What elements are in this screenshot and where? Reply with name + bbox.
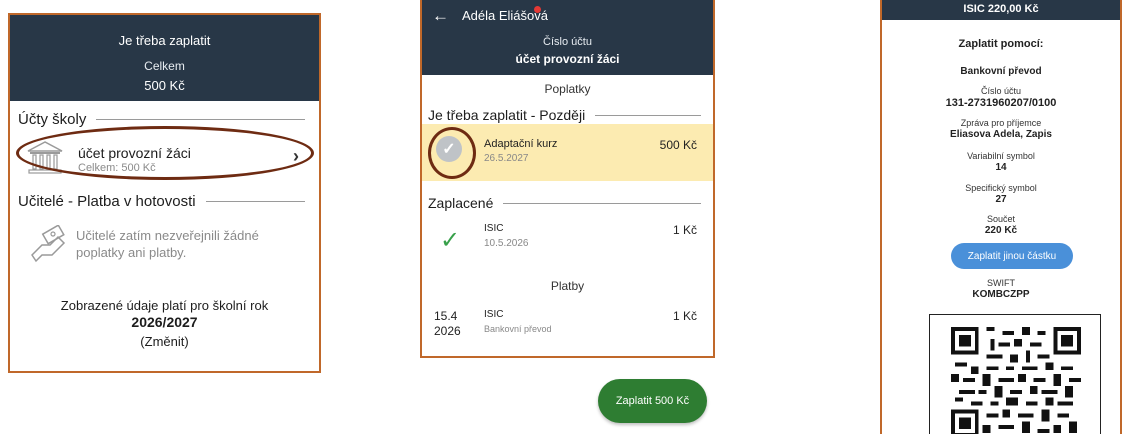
fee-date: 26.5.2027	[484, 153, 529, 164]
sum-value: 220 Kč	[984, 225, 1018, 236]
fee-name: Adaptační kurz	[484, 138, 558, 150]
checkmark-icon: ✓	[440, 227, 461, 254]
section-divider	[96, 118, 305, 120]
sum-label: Součet	[986, 214, 1016, 224]
student-fees-screen: ← Adéla Eliášová Číslo účtu účet provozn…	[420, 0, 715, 358]
section-label: Účty školy	[18, 110, 87, 128]
fee-name: ISIC	[484, 223, 504, 234]
specific-symbol-value: 27	[995, 194, 1007, 205]
highlight-ellipse	[16, 126, 314, 180]
payment-row[interactable]: 15.4 2026 ISIC Bankovní převod 1 Kč	[422, 306, 713, 346]
teachers-empty-text: Učitelé zatím nezveřejnili žádné poplatk…	[76, 228, 259, 260]
section-divider	[205, 200, 305, 202]
summary-header: Je třeba zaplatit Celkem 500 Kč	[10, 15, 319, 101]
payments-title: Platby	[550, 279, 585, 293]
swift-label: SWIFT	[987, 278, 1015, 288]
specific-symbol-label: Specifický symbol	[965, 183, 1037, 193]
pay-other-amount-button[interactable]: Zaplatit jinou částku	[951, 243, 1073, 269]
payment-amount: 1 Kč	[672, 309, 697, 323]
fees-title: Poplatky	[544, 82, 591, 96]
notification-dot	[534, 6, 541, 13]
payment-method: Bankovní převod	[484, 324, 552, 334]
school-year-footer: Zobrazené údaje platí pro školní rok 202…	[10, 298, 319, 350]
payment-header: ISIC 220,00 Kč	[882, 0, 1120, 20]
section-label: Je třeba zaplatit - Později	[428, 107, 586, 123]
school-year-value: 2026/2027	[131, 314, 198, 330]
qr-code-icon	[951, 327, 1081, 434]
school-accounts-screen: Je třeba zaplatit Celkem 500 Kč Účty ško…	[8, 13, 321, 373]
message-label: Zpráva pro příjemce	[960, 118, 1042, 128]
change-year-link[interactable]: (Změnit)	[10, 334, 319, 350]
teachers-empty-info: Učitelé zatím nezveřejnili žádné poplatk…	[24, 223, 314, 273]
account-number-value: 131-2731960207/0100	[945, 97, 1057, 109]
account-name: účet provozní žáci	[515, 52, 620, 66]
section-paid: Zaplacené	[428, 193, 709, 213]
payment-day: 15.4	[434, 309, 458, 323]
account-number-label: Číslo účtu	[543, 36, 592, 48]
account-number-label: Číslo účtu	[980, 86, 1022, 96]
payment-year: 2026	[434, 324, 461, 338]
qr-code	[929, 314, 1101, 434]
section-teachers-cash: Učitelé - Platba v hotovosti	[18, 189, 313, 213]
fee-amount: 500 Kč	[659, 138, 697, 152]
swift-value: KOMBCZPP	[972, 289, 1030, 300]
variable-symbol-label: Variabilní symbol	[967, 151, 1035, 161]
payment-details-screen: ISIC 220,00 Kč Zaplatit pomocí: Bankovní…	[880, 0, 1122, 434]
school-year-label: Zobrazené údaje platí pro školní rok	[60, 298, 269, 313]
paid-fee-row[interactable]: ✓ ISIC 10.5.2026 1 Kč	[422, 220, 713, 260]
section-label: Učitelé - Platba v hotovosti	[18, 192, 196, 210]
back-arrow-icon[interactable]: ←	[432, 6, 449, 26]
payment-method: Bankovní převod	[960, 66, 1042, 77]
highlight-circle	[428, 127, 476, 179]
fee-amount: 1 Kč	[672, 223, 697, 237]
total-value: 500 Kč	[144, 78, 185, 93]
pay-button[interactable]: Zaplatit 500 Kč	[598, 379, 707, 423]
section-divider	[595, 114, 701, 116]
hand-money-icon	[31, 225, 66, 263]
variable-symbol-value: 14	[995, 162, 1007, 173]
payment-name: ISIC	[484, 309, 504, 320]
student-header: ← Adéla Eliášová Číslo účtu účet provozn…	[422, 0, 713, 75]
pay-with-title: Zaplatit pomocí:	[958, 38, 1044, 50]
section-pay-later: Je třeba zaplatit - Později	[428, 105, 709, 125]
total-label: Celkem	[144, 59, 185, 73]
header-title: Je třeba zaplatit	[118, 33, 211, 48]
section-label: Zaplacené	[428, 195, 494, 211]
message-value: Eliasova Adela, Zapis	[950, 129, 1052, 140]
fee-date: 10.5.2026	[484, 238, 529, 249]
section-divider	[503, 202, 701, 204]
